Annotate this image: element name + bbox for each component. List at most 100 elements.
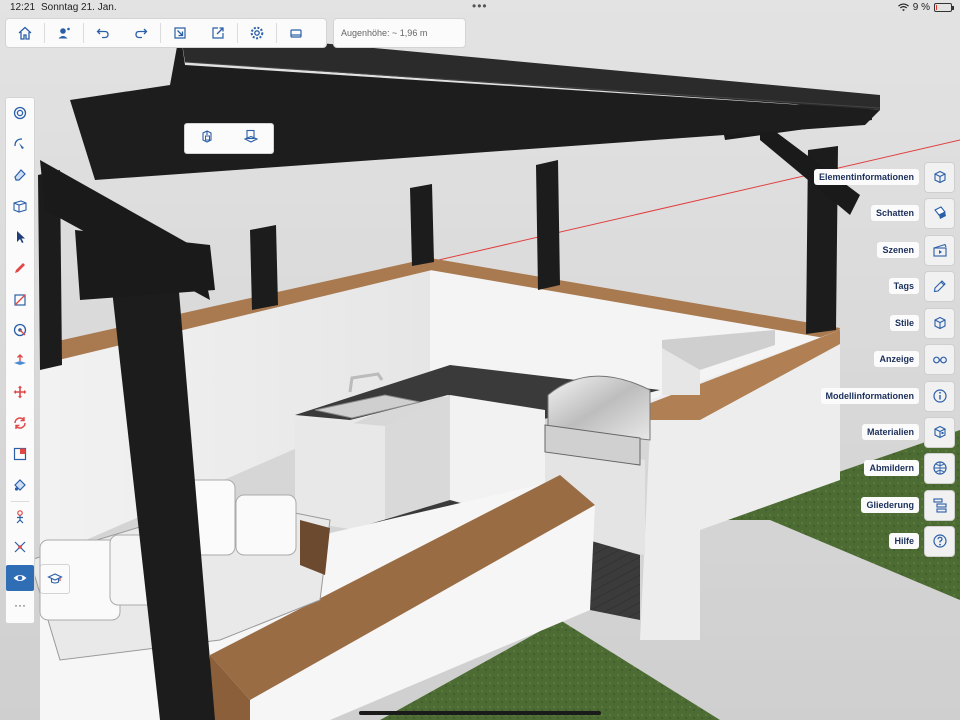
import-button[interactable]	[161, 18, 199, 48]
help-button[interactable]	[924, 525, 955, 557]
entity-info-icon	[933, 170, 946, 184]
pencil-tool-button[interactable]	[6, 255, 34, 281]
model-viewport[interactable]	[0, 0, 960, 720]
status-date: Sonntag 21. Jan.	[41, 2, 117, 13]
look-around-icon	[13, 575, 27, 581]
instructor-button[interactable]	[40, 564, 70, 594]
select-tool-button[interactable]	[6, 224, 34, 250]
panel-label: Abmildern	[864, 460, 919, 476]
panel-button-outliner[interactable]: Gliederung	[861, 489, 955, 521]
soften-button[interactable]	[924, 452, 955, 484]
push-pull-tool-button[interactable]	[6, 348, 34, 374]
panel-button-materials[interactable]: Materialien	[861, 416, 955, 448]
graduation-cap-icon	[47, 573, 63, 584]
tags-icon	[933, 280, 946, 293]
import-icon	[174, 27, 186, 39]
panel-label: Schatten	[870, 205, 919, 221]
wifi-icon	[897, 3, 909, 12]
walk-tool-button[interactable]	[6, 504, 34, 530]
eraser-tool-button[interactable]	[6, 161, 34, 187]
panel-button-shadows[interactable]: Schatten	[870, 197, 955, 229]
styles-icon	[933, 316, 946, 330]
shadows-button[interactable]	[924, 197, 955, 229]
panel-button-tags[interactable]: Tags	[888, 270, 955, 302]
battery-icon	[934, 3, 954, 12]
rectangle-tool-button[interactable]	[6, 287, 34, 313]
position-camera-icon	[14, 541, 26, 553]
context-toolbar	[184, 123, 274, 154]
redo-icon	[135, 28, 148, 39]
panel-label: Hilfe	[889, 533, 919, 549]
paint-bucket-icon	[14, 479, 26, 491]
settings-icon	[250, 26, 264, 40]
entity-info-button[interactable]	[924, 161, 955, 193]
materials-button[interactable]	[924, 416, 955, 448]
move-tool-button[interactable]	[6, 379, 34, 405]
paste-in-place-icon	[243, 129, 259, 143]
orbit-tool-button[interactable]	[6, 131, 34, 157]
styles-button[interactable]	[924, 307, 955, 339]
undo-icon	[96, 28, 109, 39]
panel-label: Szenen	[877, 242, 919, 258]
battery-level	[936, 5, 937, 10]
model-info-button[interactable]	[924, 380, 955, 412]
export-icon	[212, 27, 224, 39]
help-icon	[932, 534, 947, 548]
home-icon	[18, 26, 32, 40]
shadows-icon	[933, 206, 946, 219]
panel-button-entity-info[interactable]: Elementinformationen	[813, 161, 955, 193]
outliner-button[interactable]	[924, 489, 955, 521]
walk-icon	[16, 510, 24, 524]
tags-button[interactable]	[924, 270, 955, 302]
xr-view-button[interactable]	[277, 18, 315, 48]
tape-measure-icon	[13, 323, 27, 337]
scale-tool-button[interactable]	[6, 441, 34, 467]
panel-label: Stile	[889, 315, 919, 331]
display-icon	[932, 356, 947, 364]
model-info-icon	[932, 389, 947, 403]
materials-icon	[933, 425, 946, 439]
scenes-button[interactable]	[924, 234, 955, 266]
panel-button-soften[interactable]: Abmildern	[864, 452, 955, 484]
home-button[interactable]	[6, 18, 44, 48]
panel-label: Anzeige	[874, 351, 919, 367]
look-around-tool-button[interactable]	[6, 565, 34, 591]
search-icon	[13, 106, 27, 120]
tape-measure-tool-button[interactable]	[6, 317, 34, 343]
account-button[interactable]	[45, 18, 83, 48]
section-plane-tool-button[interactable]	[6, 193, 34, 219]
panel-button-help[interactable]: Hilfe	[889, 525, 955, 557]
xr-view-icon	[290, 29, 302, 38]
undo-button[interactable]	[84, 18, 122, 48]
export-button[interactable]	[199, 18, 237, 48]
section-plane-icon	[13, 200, 27, 213]
home-indicator[interactable]	[359, 711, 601, 715]
panel-button-model-info[interactable]: Modellinformationen	[820, 380, 955, 412]
position-camera-tool-button[interactable]	[6, 534, 34, 560]
rectangle-icon	[14, 294, 26, 306]
search-tool-button[interactable]	[6, 100, 34, 126]
panel-button-scenes[interactable]: Szenen	[877, 234, 955, 266]
outliner-icon	[932, 498, 947, 513]
settings-button[interactable]	[238, 18, 276, 48]
panel-label: Tags	[888, 278, 919, 294]
redo-button[interactable]	[122, 18, 160, 48]
rotate-tool-button[interactable]	[6, 410, 34, 436]
make-component-button[interactable]	[199, 128, 215, 149]
scale-icon	[13, 447, 27, 461]
panel-label: Materialien	[861, 424, 919, 440]
rotate-icon	[14, 417, 26, 429]
status-bar: 12:21 Sonntag 21. Jan. ••• 9 %	[0, 0, 960, 16]
multitasking-dots-icon[interactable]: •••	[472, 0, 488, 13]
panel-button-styles[interactable]: Stile	[889, 307, 955, 339]
paint-bucket-tool-button[interactable]	[6, 472, 34, 498]
paste-in-place-button[interactable]	[243, 128, 259, 149]
move-icon	[13, 385, 27, 399]
account-icon	[58, 27, 70, 39]
select-icon	[17, 231, 25, 243]
panel-button-display[interactable]: Anzeige	[874, 343, 955, 375]
left-toolbar: ···	[5, 97, 35, 624]
panel-label: Gliederung	[861, 497, 919, 513]
more-tools-icon[interactable]: ···	[6, 598, 34, 612]
display-button[interactable]	[924, 343, 955, 375]
